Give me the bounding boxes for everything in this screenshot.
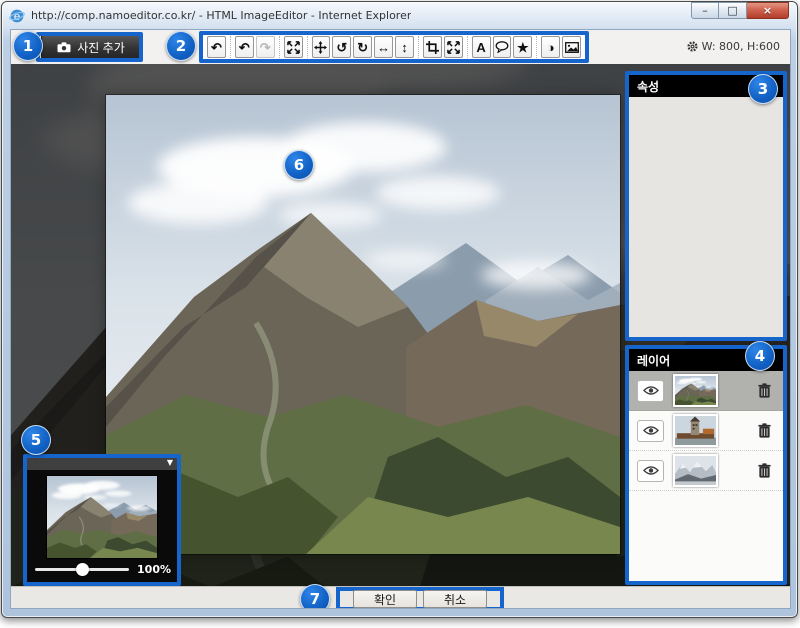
window-controls: – □ × bbox=[691, 2, 789, 19]
eye-icon bbox=[643, 385, 659, 396]
add-photo-label: 사진 추가 bbox=[77, 39, 125, 56]
maximize-button[interactable]: □ bbox=[719, 2, 747, 19]
svg-text:e: e bbox=[14, 9, 21, 22]
speech-bubble-icon[interactable] bbox=[493, 36, 512, 58]
flip-vertical-icon[interactable]: ↕ bbox=[395, 36, 414, 58]
toolbar-separator bbox=[467, 36, 468, 58]
annotation-circle-6: 6 bbox=[284, 150, 314, 180]
toolbar-separator bbox=[279, 36, 280, 58]
layer-visibility-toggle[interactable] bbox=[637, 420, 664, 442]
cancel-button[interactable]: 취소 bbox=[423, 590, 487, 608]
zoom-preview-panel: ▼ 100% bbox=[23, 454, 181, 586]
layer-row-tower[interactable] bbox=[629, 411, 783, 451]
resize-icon[interactable] bbox=[444, 36, 463, 58]
editor-header: 사진 추가 ↶ ↶ ↷ ↺ ↻ ↔ ↕ bbox=[11, 30, 790, 64]
toolbar-separator bbox=[307, 36, 308, 58]
close-button[interactable]: × bbox=[747, 2, 789, 19]
annotation-circle-4: 4 bbox=[745, 341, 775, 371]
layer-thumbnail-tower[interactable] bbox=[673, 414, 718, 447]
text-icon[interactable]: A bbox=[472, 36, 491, 58]
trash-icon bbox=[758, 463, 771, 478]
layer-row-mountain[interactable] bbox=[629, 371, 783, 411]
redo-icon[interactable]: ↷ bbox=[256, 36, 275, 58]
crop-icon[interactable] bbox=[423, 36, 442, 58]
move-icon[interactable] bbox=[312, 36, 331, 58]
layer-visibility-toggle[interactable] bbox=[637, 460, 664, 482]
eye-icon bbox=[643, 425, 659, 436]
ok-button[interactable]: 확인 bbox=[353, 590, 417, 608]
trash-icon bbox=[758, 383, 771, 398]
delete-layer-button[interactable] bbox=[758, 383, 771, 398]
collapse-triangle-icon[interactable]: ▼ bbox=[167, 457, 173, 469]
confirm-button-group: 확인 취소 bbox=[336, 587, 504, 609]
image-icon[interactable] bbox=[562, 36, 581, 58]
gear-icon[interactable] bbox=[687, 41, 698, 52]
window-title: http://comp.namoeditor.co.kr/ - HTML Ima… bbox=[31, 9, 411, 22]
layer-thumbnail-snowy-lake[interactable] bbox=[673, 454, 718, 487]
title-bar[interactable]: e http://comp.namoeditor.co.kr/ - HTML I… bbox=[2, 2, 797, 29]
delete-layer-button[interactable] bbox=[758, 463, 771, 478]
toolbar-separator bbox=[536, 36, 537, 58]
fit-screen-icon[interactable] bbox=[284, 36, 303, 58]
preview-thumbnail bbox=[47, 476, 157, 558]
properties-panel: 속성 bbox=[625, 71, 787, 341]
layers-panel: 레이어 bbox=[625, 345, 787, 585]
minimize-button[interactable]: – bbox=[691, 2, 719, 19]
reset-icon[interactable]: ↶ bbox=[207, 36, 226, 58]
star-icon[interactable]: ★ bbox=[513, 36, 532, 58]
toolbar-separator bbox=[418, 36, 419, 58]
layer-visibility-toggle[interactable] bbox=[637, 380, 664, 402]
eye-icon bbox=[643, 465, 659, 476]
layer-row-snowy-lake[interactable] bbox=[629, 451, 783, 491]
annotation-circle-5: 5 bbox=[21, 425, 51, 455]
size-info-text: W: 800, H:600 bbox=[702, 40, 780, 53]
add-photo-button[interactable]: 사진 추가 bbox=[41, 35, 141, 59]
annotation-circle-2: 2 bbox=[166, 31, 196, 61]
rotate-left-icon[interactable]: ↺ bbox=[332, 36, 351, 58]
layer-thumbnail-mountain[interactable] bbox=[673, 374, 718, 407]
flip-horizontal-icon[interactable]: ↔ bbox=[374, 36, 393, 58]
undo-icon[interactable]: ↶ bbox=[235, 36, 254, 58]
zoom-slider-row: 100% bbox=[35, 561, 171, 577]
properties-panel-title: 속성 bbox=[637, 78, 659, 95]
zoom-slider-track[interactable] bbox=[35, 568, 129, 571]
toolbar-separator bbox=[230, 36, 231, 58]
camera-icon bbox=[57, 42, 71, 53]
delete-layer-button[interactable] bbox=[758, 423, 771, 438]
canvas-size-info: W: 800, H:600 bbox=[687, 40, 780, 53]
annotation-circle-1: 1 bbox=[13, 31, 43, 61]
editor-toolbar: ↶ ↶ ↷ ↺ ↻ ↔ ↕ bbox=[203, 34, 585, 60]
browser-window: e http://comp.namoeditor.co.kr/ - HTML I… bbox=[1, 1, 798, 618]
trash-icon bbox=[758, 423, 771, 438]
footer-bar: 확인 취소 bbox=[11, 586, 790, 609]
zoom-slider-handle[interactable] bbox=[76, 563, 89, 576]
editor-content: 사진 추가 ↶ ↶ ↷ ↺ ↻ ↔ ↕ bbox=[10, 29, 791, 609]
preview-header: ▼ bbox=[27, 458, 177, 470]
contrast-icon[interactable]: ◑ bbox=[541, 36, 560, 58]
annotation-circle-3: 3 bbox=[748, 74, 778, 104]
annotation-circle-7: 7 bbox=[300, 584, 330, 609]
layers-panel-title: 레이어 bbox=[637, 352, 670, 369]
internet-explorer-icon: e bbox=[9, 8, 25, 24]
mountain-photo[interactable] bbox=[106, 95, 620, 554]
rotate-right-icon[interactable]: ↻ bbox=[353, 36, 372, 58]
zoom-percent-label: 100% bbox=[137, 563, 171, 576]
